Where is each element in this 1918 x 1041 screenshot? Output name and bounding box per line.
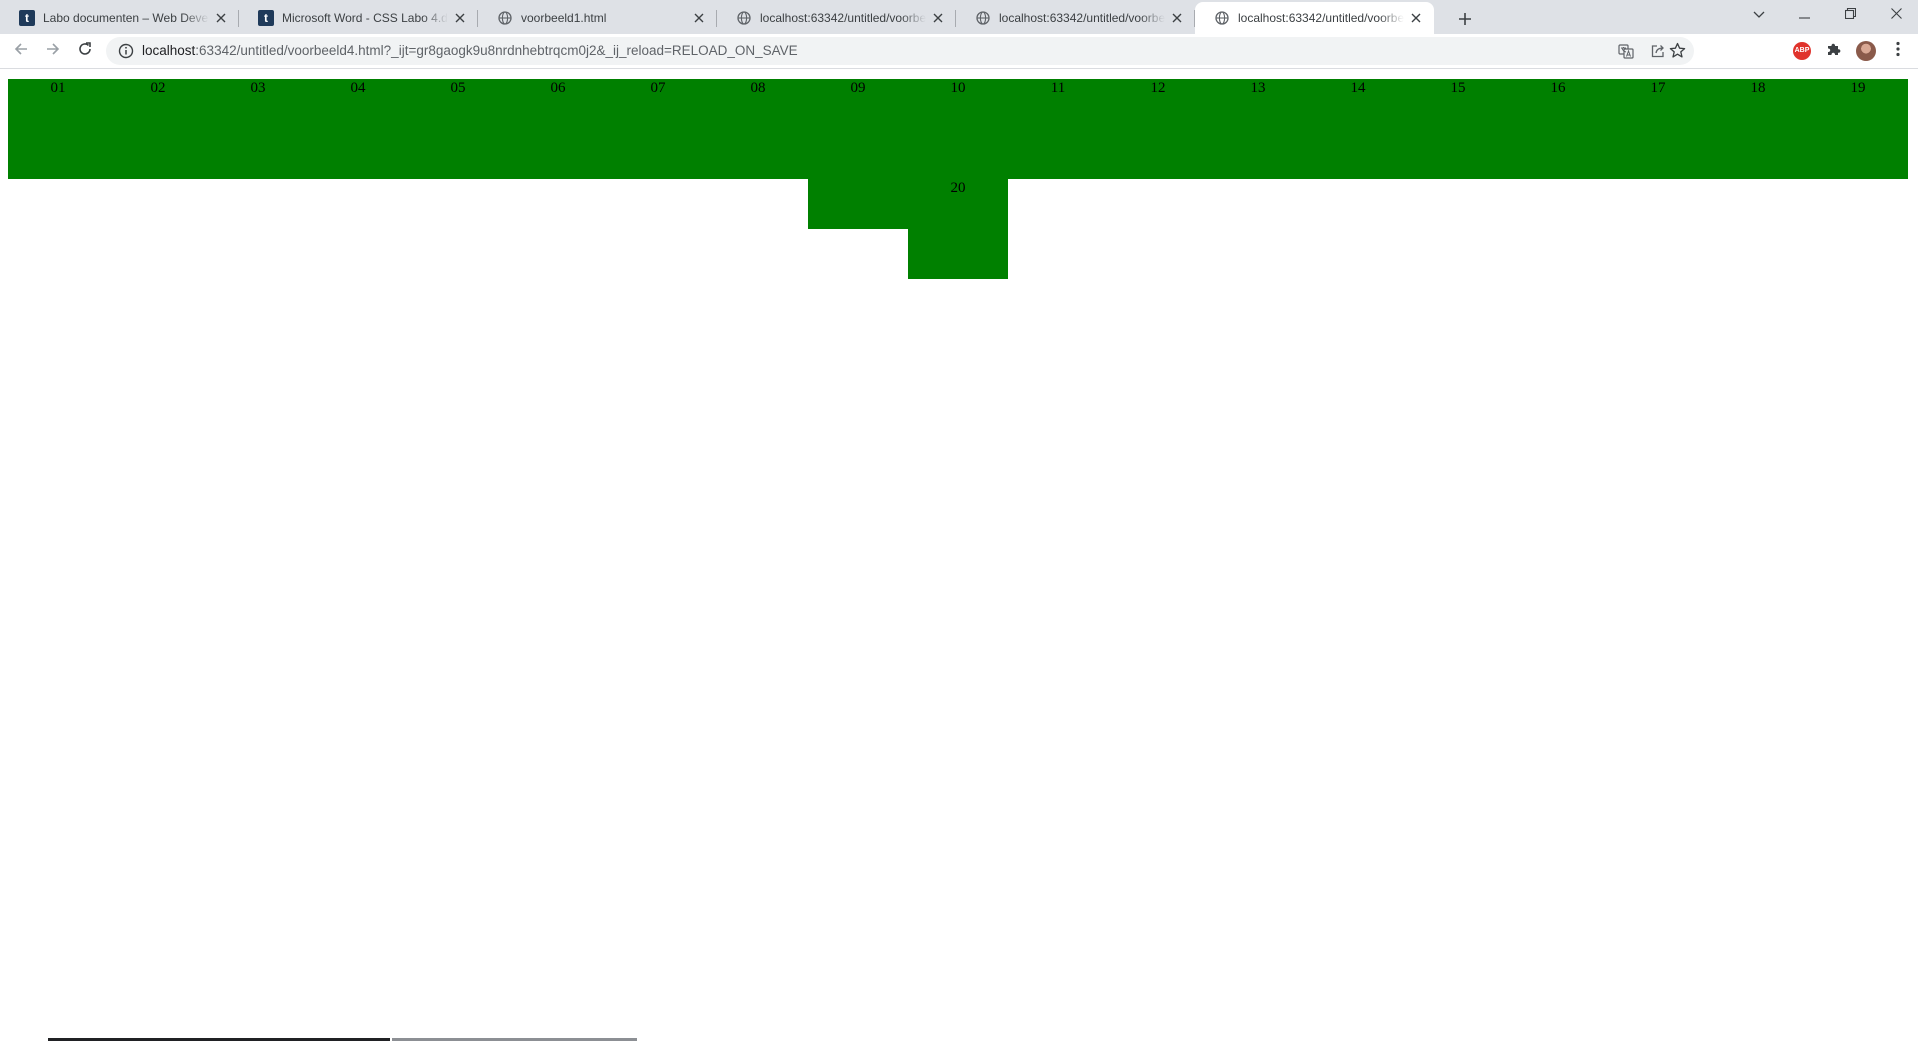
tab-voorbeeld1[interactable]: voorbeeld1.html: [478, 2, 717, 34]
globe-icon: [975, 10, 991, 26]
box-19: 19: [1808, 79, 1908, 179]
menu-button[interactable]: [1885, 38, 1911, 64]
box-14: 14: [1308, 79, 1408, 179]
tab-localhost-voorbeeld2[interactable]: localhost:63342/untitled/voorbeeld2.html: [717, 2, 956, 34]
kebab-menu-icon: [1896, 41, 1900, 62]
url-path: :63342/untitled/voorbeeld4.html?_ijt=gr8…: [195, 43, 798, 58]
tab-title: localhost:63342/untitled/voorbeeld4.html: [1238, 11, 1404, 25]
box-15: 15: [1408, 79, 1508, 179]
tab-title: localhost:63342/untitled/voorbeeld3.html: [999, 11, 1165, 25]
url-text[interactable]: localhost:63342/untitled/voorbeeld4.html…: [142, 37, 798, 65]
puzzle-piece-icon: [1826, 41, 1842, 62]
reload-icon: [77, 41, 93, 62]
extensions-button[interactable]: [1821, 38, 1847, 64]
close-icon[interactable]: [1169, 10, 1185, 26]
box-11: 11: [1008, 79, 1108, 179]
box-07: 07: [608, 79, 708, 179]
box-10: 10: [908, 79, 1008, 179]
globe-icon: [736, 10, 752, 26]
share-icon[interactable]: [1650, 43, 1666, 64]
minimize-icon: [1798, 6, 1810, 24]
tab-title: Labo documenten – Web Develop: [43, 11, 209, 25]
browser-toolbar: localhost:63342/untitled/voorbeeld4.html…: [0, 34, 1918, 69]
url-host: localhost: [142, 43, 196, 58]
tab-microsoft-word[interactable]: t Microsoft Word - CSS Labo 4.docx: [239, 2, 478, 34]
close-icon[interactable]: [1408, 10, 1424, 26]
address-bar[interactable]: localhost:63342/untitled/voorbeeld4.html…: [106, 37, 1694, 65]
tab-labo-documenten[interactable]: t Labo documenten – Web Develop: [0, 2, 239, 34]
forward-button[interactable]: [40, 38, 66, 64]
tab-localhost-voorbeeld4[interactable]: localhost:63342/untitled/voorbeeld4.html: [1195, 2, 1434, 34]
chevron-down-icon: [1753, 6, 1765, 24]
tab-search-button[interactable]: [1737, 0, 1781, 30]
back-button[interactable]: [8, 38, 34, 64]
tab-strip: t Labo documenten – Web Develop t Micros…: [0, 0, 1918, 34]
toledo-icon: t: [258, 10, 274, 26]
close-icon[interactable]: [213, 10, 229, 26]
arrow-right-icon: [45, 41, 61, 62]
box-09: 09: [808, 79, 908, 229]
close-window-button[interactable]: [1874, 0, 1918, 30]
adblock-plus-icon: ABP: [1793, 42, 1811, 60]
box-12: 12: [1108, 79, 1208, 179]
arrow-left-icon: [13, 41, 29, 62]
globe-icon: [1214, 10, 1230, 26]
box-17: 17: [1608, 79, 1708, 179]
close-icon[interactable]: [452, 10, 468, 26]
restore-button[interactable]: [1828, 0, 1872, 30]
close-icon[interactable]: [930, 10, 946, 26]
restore-icon: [1844, 6, 1856, 24]
box-20: 20: [908, 179, 1008, 279]
tab-title: Microsoft Word - CSS Labo 4.docx: [282, 11, 448, 25]
profile-button[interactable]: [1853, 38, 1879, 64]
tab-title: voorbeeld1.html: [521, 11, 607, 25]
new-tab-button[interactable]: [1452, 6, 1478, 32]
box-08: 08: [708, 79, 808, 179]
tab-title: localhost:63342/untitled/voorbeeld2.html: [760, 11, 926, 25]
adblock-extension-button[interactable]: ABP: [1789, 38, 1815, 64]
box-18: 18: [1708, 79, 1808, 179]
globe-icon: [497, 10, 513, 26]
box-06: 06: [508, 79, 608, 179]
close-icon[interactable]: [691, 10, 707, 26]
close-icon: [1890, 6, 1902, 24]
info-icon[interactable]: [118, 43, 134, 64]
reload-button[interactable]: [72, 38, 98, 64]
box-05: 05: [408, 79, 508, 179]
avatar: [1856, 41, 1876, 61]
tab-localhost-voorbeeld3[interactable]: localhost:63342/untitled/voorbeeld3.html: [956, 2, 1195, 34]
bookmark-star-icon[interactable]: [1669, 42, 1686, 64]
box-04: 04: [308, 79, 408, 179]
page-viewport: 01 02 03 04 05 06 07 08 09 10 11 12 13 1…: [0, 70, 1918, 1041]
toledo-icon: t: [19, 10, 35, 26]
box-01: 01: [8, 79, 108, 179]
box-13: 13: [1208, 79, 1308, 179]
translate-icon[interactable]: [1618, 43, 1634, 64]
box-16: 16: [1508, 79, 1608, 179]
box-02: 02: [108, 79, 208, 179]
box-03: 03: [208, 79, 308, 179]
minimize-button[interactable]: [1782, 0, 1826, 30]
